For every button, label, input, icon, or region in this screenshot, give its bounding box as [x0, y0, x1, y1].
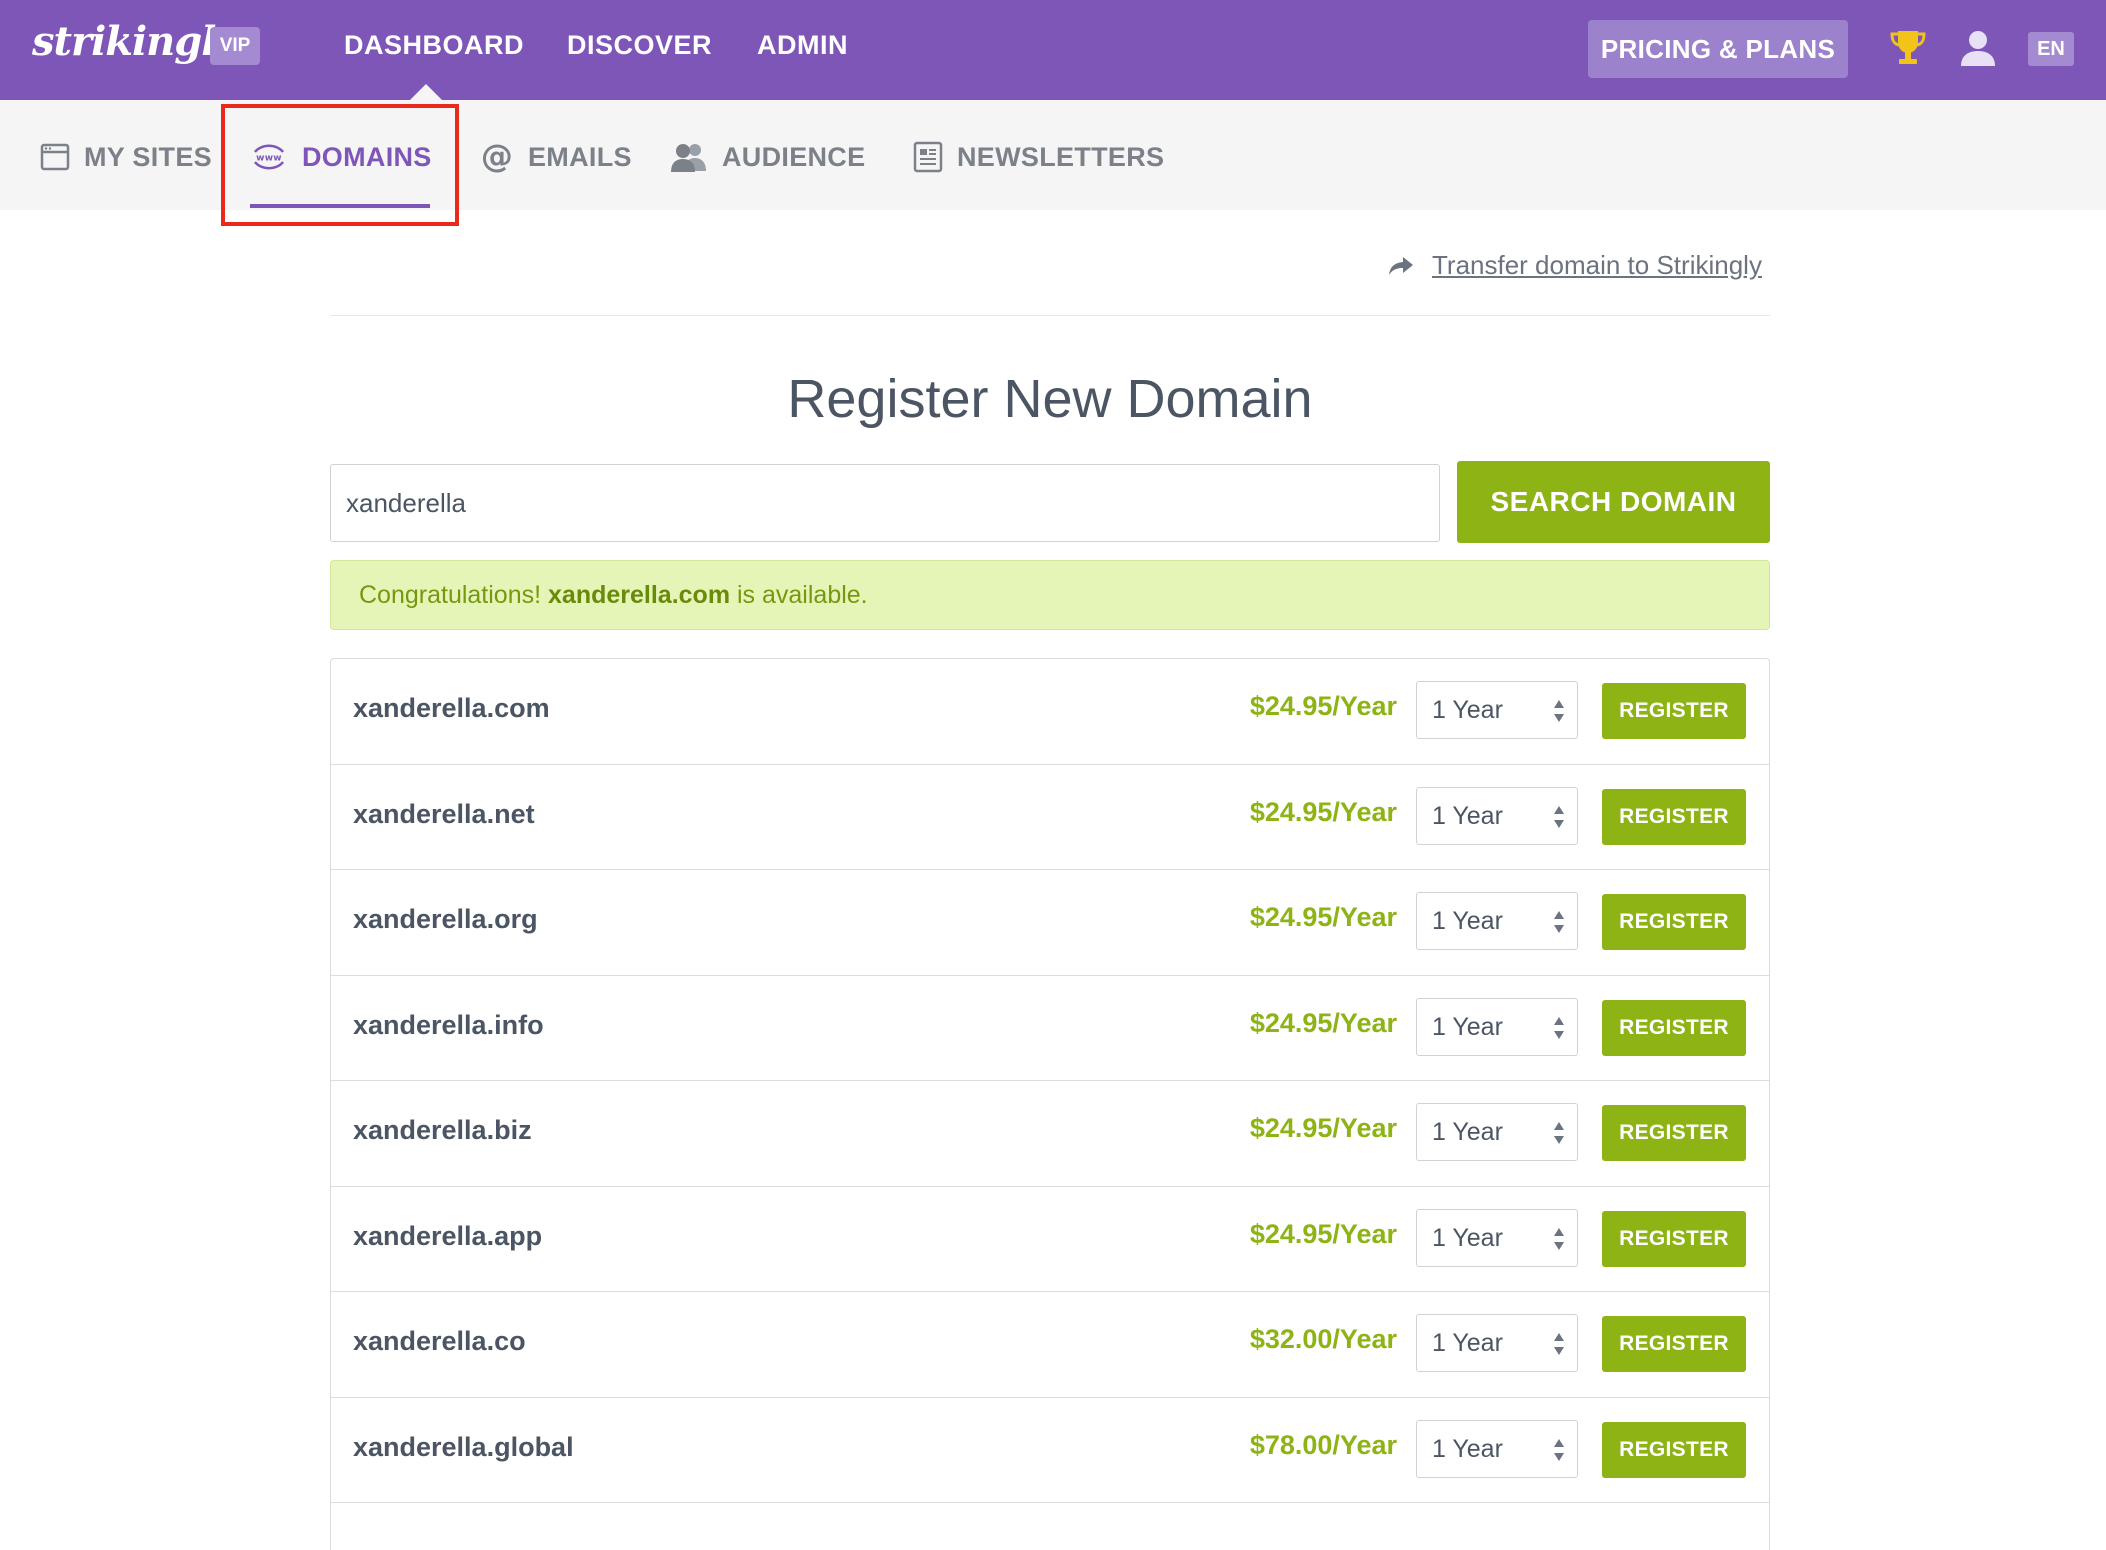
register-button[interactable]: REGISTER [1602, 683, 1746, 739]
select-arrows-icon [1554, 911, 1564, 933]
term-select[interactable]: 1 Year [1416, 892, 1578, 950]
register-button[interactable]: REGISTER [1602, 1421, 1746, 1478]
term-select[interactable]: 1 Year [1416, 786, 1578, 845]
domain-row: xanderella.app $24.95/Year 1 Year REGIST… [331, 1187, 1769, 1292]
domain-row: xanderella.net $24.95/Year 1 Year REGIST… [331, 765, 1769, 870]
select-arrows-icon [1554, 1122, 1564, 1144]
term-select-value: 1 Year [1432, 1329, 1503, 1357]
term-select-value: 1 Year [1432, 907, 1503, 935]
domain-name: xanderella.info [353, 1009, 544, 1040]
select-arrows-icon [1554, 1333, 1564, 1355]
term-select-value: 1 Year [1432, 1118, 1503, 1146]
domain-price: $24.95/Year [1249, 1218, 1397, 1249]
register-button[interactable]: REGISTER [1602, 788, 1746, 845]
subnav-my-sites[interactable]: MY SITES [40, 138, 212, 176]
domain-price: $24.95/Year [1249, 691, 1397, 721]
term-select[interactable]: 1 Year [1416, 1419, 1578, 1478]
user-icon[interactable] [1958, 28, 1998, 68]
page-title: Register New Domain [787, 369, 1313, 429]
language-selector[interactable]: EN [2028, 32, 2074, 66]
subnav-audience-label: AUDIENCE [722, 141, 866, 172]
domain-row: xanderella.biz $24.95/Year 1 Year REGIST… [331, 1081, 1769, 1187]
domain-price: $24.95/Year [1249, 796, 1397, 827]
alert-suffix: is available. [737, 581, 868, 609]
select-arrows-icon [1554, 1016, 1564, 1039]
domain-results-list: xanderella.com $24.95/Year 1 Year REGIST… [330, 658, 1770, 1550]
select-arrows-icon [1554, 1227, 1564, 1250]
nav-discover[interactable]: DISCOVER [567, 30, 712, 61]
term-select-value: 1 Year [1432, 801, 1503, 830]
term-select-value: 1 Year [1432, 1434, 1503, 1463]
register-button[interactable]: REGISTER [1602, 1210, 1746, 1267]
domain-row: xanderella.com $24.95/Year 1 Year REGIST… [331, 659, 1769, 765]
subnav-newsletters[interactable]: NEWSLETTERS [913, 138, 1164, 176]
select-arrows-icon [1554, 805, 1564, 828]
register-button[interactable]: REGISTER [1602, 999, 1746, 1056]
domain-price: $32.00/Year [1249, 1324, 1397, 1354]
transfer-domain-link[interactable]: Transfer domain to Strikingly [1388, 250, 1762, 281]
domain-name: xanderella.biz [353, 1115, 532, 1145]
domain-row: xanderella.info $24.95/Year 1 Year REGIS… [331, 976, 1769, 1081]
select-arrows-icon [1554, 700, 1564, 722]
domain-name: xanderella.net [353, 798, 535, 829]
domain-name: xanderella.global [353, 1431, 574, 1462]
domain-row: xanderella.co $32.00/Year 1 Year REGISTE… [331, 1292, 1769, 1398]
top-bar: strikingly VIP DASHBOARD DISCOVER ADMIN … [0, 0, 2106, 100]
nav-admin[interactable]: ADMIN [757, 30, 848, 61]
active-nav-caret [410, 84, 442, 100]
pricing-plans-button[interactable]: PRICING & PLANS [1588, 20, 1848, 78]
share-arrow-icon [1389, 256, 1413, 275]
term-select-value: 1 Year [1432, 1012, 1503, 1041]
term-select-value: 1 Year [1432, 1223, 1503, 1252]
availability-alert: Congratulations! xanderella.com is avail… [330, 560, 1770, 630]
domain-price: $24.95/Year [1249, 1113, 1397, 1143]
domain-search-input[interactable] [330, 464, 1440, 542]
subnav-audience[interactable]: AUDIENCE [670, 138, 865, 176]
audience-icon [671, 144, 706, 172]
subnav-emails-label: EMAILS [528, 141, 632, 172]
domain-row: xanderella.global $78.00/Year 1 Year REG… [331, 1398, 1769, 1503]
nav-dashboard[interactable]: DASHBOARD [344, 30, 524, 61]
domain-name: xanderella.app [353, 1220, 543, 1251]
domain-price: $24.95/Year [1249, 902, 1397, 932]
subnav-emails[interactable]: @ EMAILS [480, 138, 632, 176]
domain-name: xanderella.org [353, 904, 538, 934]
vip-badge: VIP [210, 27, 260, 65]
alert-domain: xanderella.com [548, 581, 731, 609]
domain-price: $24.95/Year [1249, 1007, 1397, 1038]
domains-highlight-box [221, 104, 459, 226]
register-button[interactable]: REGISTER [1602, 1316, 1746, 1372]
calendar-icon [40, 143, 70, 171]
term-select[interactable]: 1 Year [1416, 1103, 1578, 1161]
term-select[interactable]: 1 Year [1416, 1208, 1578, 1267]
alert-prefix: Congratulations! [359, 581, 542, 609]
transfer-domain-text[interactable]: Transfer domain to Strikingly [1432, 250, 1762, 281]
divider [330, 315, 1770, 316]
term-select[interactable]: 1 Year [1416, 997, 1578, 1056]
domain-row: xanderella.org $24.95/Year 1 Year REGIST… [331, 870, 1769, 976]
term-select[interactable]: 1 Year [1416, 681, 1578, 739]
subnav-newsletters-label: NEWSLETTERS [957, 141, 1165, 172]
trophy-icon[interactable] [1890, 28, 1926, 68]
domain-name: xanderella.co [353, 1326, 526, 1356]
search-domain-button[interactable]: SEARCH DOMAIN [1457, 461, 1770, 543]
svg-text:@: @ [481, 140, 513, 174]
term-select-value: 1 Year [1432, 696, 1503, 724]
at-icon: @ [481, 140, 513, 174]
register-button[interactable]: REGISTER [1602, 1105, 1746, 1161]
register-button[interactable]: REGISTER [1602, 894, 1746, 950]
select-arrows-icon [1554, 1438, 1564, 1461]
subnav-my-sites-label: MY SITES [84, 141, 212, 172]
strikingly-logo[interactable]: strikingly [32, 18, 239, 65]
newsletter-icon [913, 141, 943, 173]
term-select[interactable]: 1 Year [1416, 1314, 1578, 1372]
domain-price: $78.00/Year [1249, 1429, 1397, 1460]
domain-name: xanderella.com [353, 693, 550, 723]
